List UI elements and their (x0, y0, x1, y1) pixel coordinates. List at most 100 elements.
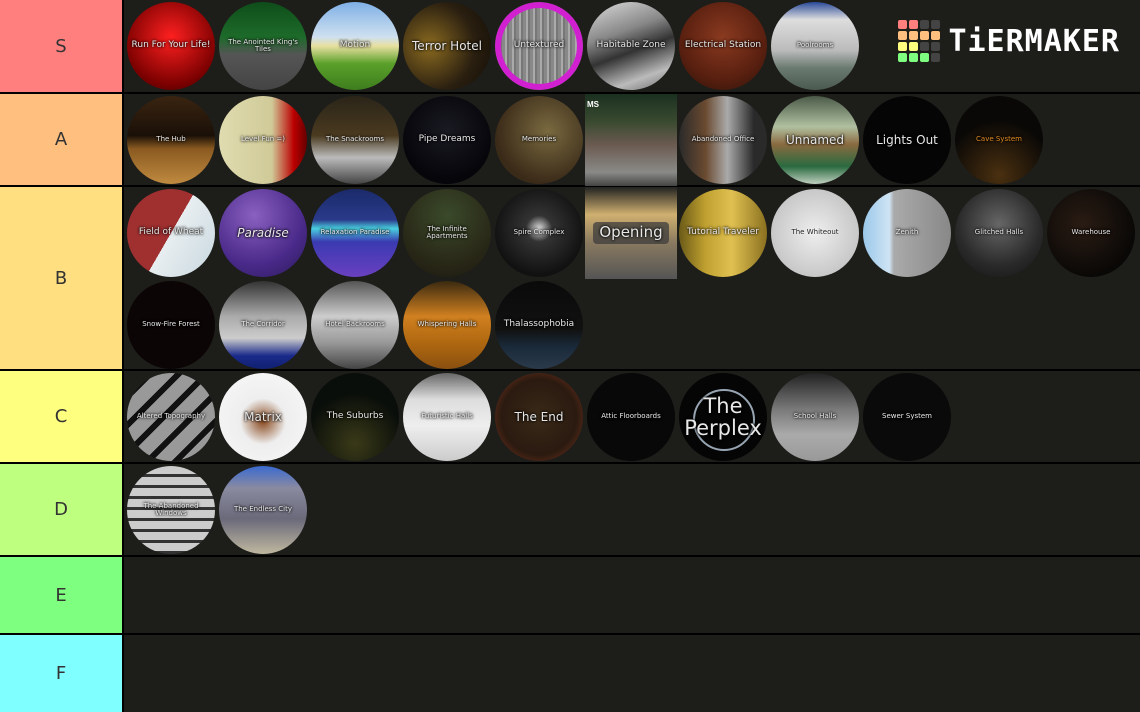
tier-item-image: The Endless City (219, 466, 307, 554)
tier-item[interactable]: Relaxation Paradise (309, 187, 401, 279)
tier-item[interactable]: The Abandoned Windows (125, 464, 217, 556)
tier-item[interactable]: Untextured (493, 0, 585, 92)
tier-item[interactable]: Zenith (861, 187, 953, 279)
logo-grid-cell (931, 42, 941, 51)
tier-item[interactable]: Paradise (217, 187, 309, 279)
tier-item[interactable]: The Endless City (217, 464, 309, 556)
tier-item[interactable]: Electrical Station (677, 0, 769, 92)
tier-row-c: C Altered Topography Matrix The Suburbs Fut… (0, 371, 1140, 462)
logo-grid-cell (898, 20, 908, 29)
logo-text: TiERMAKER (948, 23, 1120, 59)
tier-item-image: The Snackrooms (311, 96, 399, 184)
tier-item[interactable]: Whispering Halls (401, 279, 493, 371)
tier-row-e: E (0, 557, 1140, 633)
tier-item[interactable]: Unnamed (769, 94, 861, 186)
tier-items: Field of Wheat Paradise Relaxation Paradis… (124, 187, 1140, 369)
tier-item-image: Attic Floorboards (587, 373, 675, 461)
tier-item[interactable]: Matrix (217, 371, 309, 463)
tier-item[interactable]: The Infinite Apartments (401, 187, 493, 279)
tier-item-image: Cave System (955, 96, 1043, 184)
tier-item[interactable]: Sewer System (861, 371, 953, 463)
tier-item-caption: Snow-Fire Forest (142, 320, 200, 329)
tier-item[interactable]: Thalassophobia (493, 279, 585, 371)
tier-item-caption: Warehouse (1071, 228, 1111, 237)
tier-item[interactable]: Motion (309, 0, 401, 92)
tier-item-image: The Corridor (219, 281, 307, 369)
tier-item[interactable]: The Hub (125, 94, 217, 186)
tier-item[interactable]: Pipe Dreams (401, 94, 493, 186)
tier-label[interactable]: A (0, 94, 124, 185)
tier-item[interactable]: Level Fun =) (217, 94, 309, 186)
tier-row-d: D The Abandoned Windows The Endless City (0, 464, 1140, 555)
tier-item-caption: Cave System (976, 135, 1022, 144)
logo-grid-cell (909, 20, 919, 29)
tier-item-caption: Relaxation Paradise (320, 228, 390, 237)
tier-item[interactable]: Lights Out (861, 94, 953, 186)
tier-item-image: Habitable Zone (587, 2, 675, 90)
tier-item-caption: Level Fun =) (240, 135, 286, 144)
tier-item-caption: Poolrooms (796, 41, 834, 50)
tier-item-caption: Memories (521, 135, 557, 144)
tier-item-image: Abandoned Office (679, 96, 767, 184)
tier-item[interactable]: Terror Hotel (401, 0, 493, 92)
tier-item-caption: Attic Floorboards (601, 412, 661, 421)
tier-label[interactable]: C (0, 371, 124, 462)
tier-item[interactable]: The Perplex (677, 371, 769, 463)
tier-item[interactable]: Opening (585, 187, 677, 279)
tier-item-image: The Hub (127, 96, 215, 184)
tier-item-caption: Altered Topography (136, 412, 206, 421)
tier-item-caption: Whispering Halls (417, 320, 477, 329)
tier-item-image: Tutorial Traveler (679, 189, 767, 277)
tier-label[interactable]: D (0, 464, 124, 555)
logo-grid-cell (920, 31, 930, 40)
corner-text: MS (587, 100, 599, 109)
tier-item-caption: Pipe Dreams (418, 134, 476, 145)
tier-items (124, 635, 1140, 712)
tier-item-caption: Thalassophobia (503, 319, 575, 330)
tier-item-image: Field of Wheat (127, 189, 215, 277)
tier-item-image: Run For Your Life! (127, 2, 215, 90)
tier-item-image: Electrical Station (679, 2, 767, 90)
tier-item-caption: Run For Your Life! (131, 40, 211, 51)
tier-item[interactable]: The End (493, 371, 585, 463)
tier-item[interactable]: Cave System (953, 94, 1045, 186)
tier-item[interactable]: Poolrooms (769, 0, 861, 92)
tier-item-caption: Futuristic Halls (421, 412, 473, 421)
tier-item[interactable]: Run For Your Life! (125, 0, 217, 92)
tier-item[interactable]: School Halls (769, 371, 861, 463)
tier-item[interactable]: Hotel Backrooms (309, 279, 401, 371)
tier-item[interactable]: Snow-Fire Forest (125, 279, 217, 371)
tier-row-a: A The Hub Level Fun =) The Snackrooms Pipe … (0, 94, 1140, 186)
tier-item-image: The Infinite Apartments (403, 189, 491, 277)
tier-item[interactable]: Glitched Halls (953, 187, 1045, 279)
tier-item-image: Altered Topography (127, 373, 215, 461)
tier-item[interactable]: MS (585, 94, 677, 186)
tier-items: The Hub Level Fun =) The Snackrooms Pipe Dr… (124, 94, 1140, 186)
tier-item-caption: Hotel Backrooms (325, 320, 385, 329)
tier-item[interactable]: The Anointed King's Tiles (217, 0, 309, 92)
tier-item-image: Poolrooms (771, 2, 859, 90)
logo-grid-cell (898, 31, 908, 40)
tier-item[interactable]: The Suburbs (309, 371, 401, 463)
tier-item[interactable]: The Corridor (217, 279, 309, 371)
tier-item[interactable]: Habitable Zone (585, 0, 677, 92)
tier-item-caption: Field of Wheat (138, 227, 204, 238)
tier-item-caption: Zenith (895, 228, 919, 237)
tier-item[interactable]: Field of Wheat (125, 187, 217, 279)
tier-item[interactable]: Tutorial Traveler (677, 187, 769, 279)
tier-item[interactable]: Spire Complex (493, 187, 585, 279)
tier-item[interactable]: The Whiteout (769, 187, 861, 279)
tier-item[interactable]: The Snackrooms (309, 94, 401, 186)
tier-item[interactable]: Futuristic Halls (401, 371, 493, 463)
tier-label[interactable]: F (0, 635, 124, 712)
tier-item[interactable]: Abandoned Office (677, 94, 769, 186)
tier-item[interactable]: Altered Topography (125, 371, 217, 463)
tier-item-image: The Suburbs (311, 373, 399, 461)
tier-item[interactable]: Memories (493, 94, 585, 186)
logo-grid-cell (898, 53, 908, 62)
tier-label[interactable]: S (0, 0, 124, 92)
tier-item[interactable]: Warehouse (1045, 187, 1137, 279)
tier-label[interactable]: E (0, 557, 124, 633)
tier-item[interactable]: Attic Floorboards (585, 371, 677, 463)
tier-label[interactable]: B (0, 187, 124, 369)
